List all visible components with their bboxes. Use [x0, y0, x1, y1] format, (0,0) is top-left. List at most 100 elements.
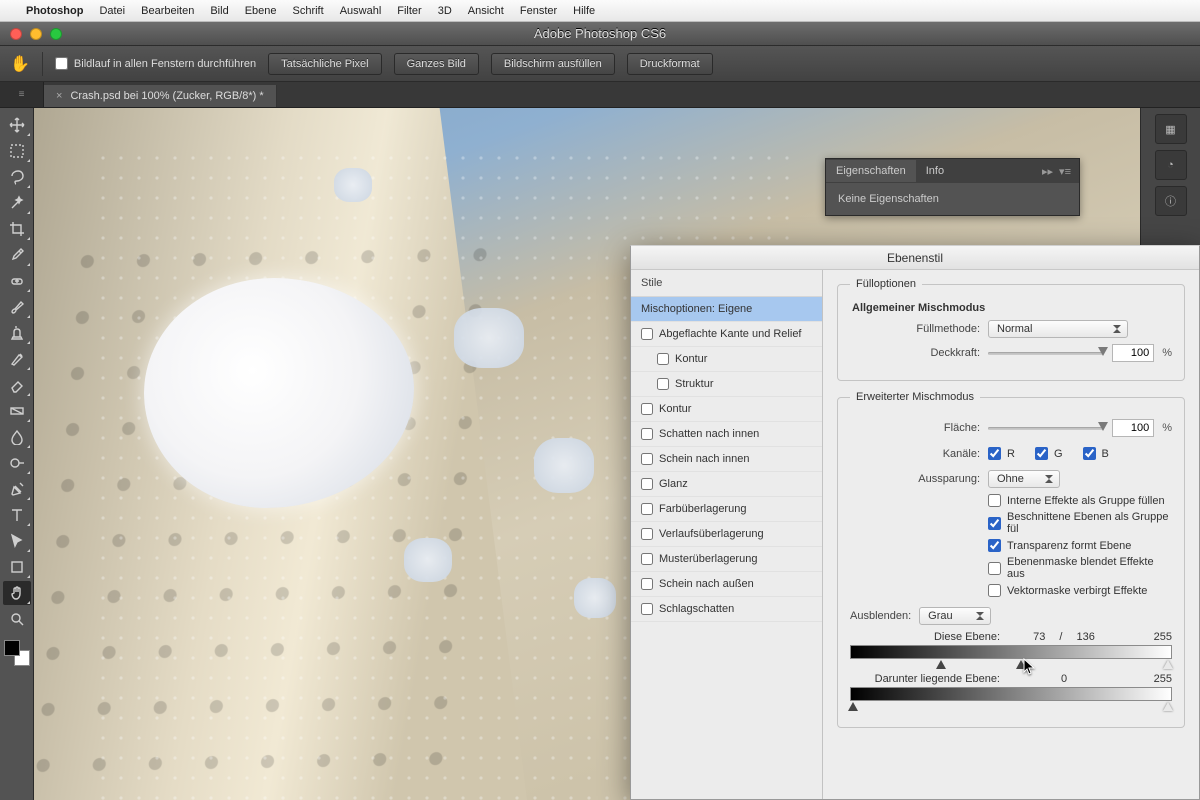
eyedropper-tool[interactable] — [3, 243, 31, 267]
style-row-5[interactable]: Schatten nach innen — [631, 422, 822, 447]
dodge-tool[interactable] — [3, 451, 31, 475]
print-size-button[interactable]: Druckformat — [627, 53, 713, 75]
style-row-checkbox[interactable] — [641, 503, 653, 515]
fill-opacity-input[interactable] — [1112, 419, 1154, 437]
menu-auswahl[interactable]: Auswahl — [340, 5, 382, 17]
style-row-checkbox[interactable] — [641, 528, 653, 540]
channel-r-checkbox[interactable]: R — [988, 447, 1015, 460]
style-row-checkbox[interactable] — [641, 453, 653, 465]
adv-option-4[interactable]: Vektormaske verbirgt Effekte — [988, 584, 1172, 597]
fill-screen-button[interactable]: Bildschirm ausfüllen — [491, 53, 615, 75]
blend-if-select[interactable]: Grau — [919, 607, 991, 625]
document-tab[interactable]: × Crash.psd bei 100% (Zucker, RGB/8*) * — [44, 85, 277, 107]
underlying-black-stop[interactable] — [848, 702, 858, 711]
healing-brush-tool[interactable] — [3, 269, 31, 293]
panel-menu-icon[interactable]: ▾≡ — [1059, 165, 1071, 178]
path-selection-tool[interactable] — [3, 529, 31, 553]
rail-icon-3[interactable]: ⓘ — [1155, 186, 1187, 216]
this-layer-black-stop-b[interactable] — [1016, 660, 1026, 669]
rail-icon-2[interactable]: ◔ — [1155, 150, 1187, 180]
gradient-tool[interactable] — [3, 399, 31, 423]
menu-bearbeiten[interactable]: Bearbeiten — [141, 5, 194, 17]
knockout-select[interactable]: Ohne — [988, 470, 1060, 488]
style-row-checkbox[interactable] — [657, 378, 669, 390]
hand-tool[interactable] — [3, 581, 31, 605]
close-tab-icon[interactable]: × — [56, 90, 62, 102]
style-row-1[interactable]: Abgeflachte Kante und Relief — [631, 322, 822, 347]
adv-option-1[interactable]: Beschnittene Ebenen als Gruppe fül — [988, 511, 1172, 535]
menu-fenster[interactable]: Fenster — [520, 5, 557, 17]
actual-pixels-button[interactable]: Tatsächliche Pixel — [268, 53, 381, 75]
style-row-checkbox[interactable] — [641, 403, 653, 415]
lasso-tool[interactable] — [3, 165, 31, 189]
marquee-tool[interactable] — [3, 139, 31, 163]
menu-hilfe[interactable]: Hilfe — [573, 5, 595, 17]
style-row-10[interactable]: Musterüberlagerung — [631, 547, 822, 572]
type-tool[interactable] — [3, 503, 31, 527]
brush-tool[interactable] — [3, 295, 31, 319]
panel-collapse-icon[interactable]: ▸▸ — [1042, 165, 1053, 178]
style-row-12[interactable]: Schlagschatten — [631, 597, 822, 622]
magic-wand-tool[interactable] — [3, 191, 31, 215]
blend-mode-select[interactable]: Normal — [988, 320, 1128, 338]
window-close-button[interactable] — [10, 28, 22, 40]
opacity-slider[interactable] — [988, 346, 1104, 360]
style-row-3[interactable]: Struktur — [631, 372, 822, 397]
underlying-low-value: 0 — [1061, 673, 1067, 685]
style-row-checkbox[interactable] — [641, 478, 653, 490]
style-row-checkbox[interactable] — [641, 328, 653, 340]
menu-ansicht[interactable]: Ansicht — [468, 5, 504, 17]
style-row-2[interactable]: Kontur — [631, 347, 822, 372]
this-layer-white-stop[interactable] — [1163, 660, 1173, 669]
menu-filter[interactable]: Filter — [397, 5, 421, 17]
style-row-9[interactable]: Verlaufsüberlagerung — [631, 522, 822, 547]
hand-tool-icon[interactable]: ✋ — [10, 54, 30, 74]
color-swatches[interactable] — [4, 640, 30, 666]
eraser-tool[interactable] — [3, 373, 31, 397]
adv-option-2[interactable]: Transparenz formt Ebene — [988, 539, 1172, 552]
style-row-checkbox[interactable] — [641, 553, 653, 565]
fit-screen-button[interactable]: Ganzes Bild — [394, 53, 479, 75]
pen-tool[interactable] — [3, 477, 31, 501]
menu-schrift[interactable]: Schrift — [293, 5, 324, 17]
channel-g-checkbox[interactable]: G — [1035, 447, 1063, 460]
crop-tool[interactable] — [3, 217, 31, 241]
shape-tool[interactable] — [3, 555, 31, 579]
underlying-white-stop[interactable] — [1163, 702, 1173, 711]
style-row-4[interactable]: Kontur — [631, 397, 822, 422]
blur-tool[interactable] — [3, 425, 31, 449]
style-row-11[interactable]: Schein nach außen — [631, 572, 822, 597]
this-layer-gradient[interactable] — [850, 645, 1172, 659]
adv-option-0[interactable]: Interne Effekte als Gruppe füllen — [988, 494, 1172, 507]
window-zoom-button[interactable] — [50, 28, 62, 40]
opacity-input[interactable] — [1112, 344, 1154, 362]
zoom-tool[interactable] — [3, 607, 31, 631]
app-menu[interactable]: Photoshop — [26, 5, 83, 17]
style-row-7[interactable]: Glanz — [631, 472, 822, 497]
window-minimize-button[interactable] — [30, 28, 42, 40]
underlying-layer-gradient[interactable] — [850, 687, 1172, 701]
collapse-panels-left-icon[interactable]: ≡ — [0, 82, 44, 107]
info-tab[interactable]: Info — [916, 160, 954, 182]
menu-datei[interactable]: Datei — [99, 5, 125, 17]
menu-3d[interactable]: 3D — [438, 5, 452, 17]
adv-option-3[interactable]: Ebenenmaske blendet Effekte aus — [988, 556, 1172, 580]
fill-opacity-slider[interactable] — [988, 421, 1104, 435]
style-row-checkbox[interactable] — [641, 578, 653, 590]
style-row-8[interactable]: Farbüberlagerung — [631, 497, 822, 522]
menu-ebene[interactable]: Ebene — [245, 5, 277, 17]
channel-b-checkbox[interactable]: B — [1083, 447, 1109, 460]
style-row-checkbox[interactable] — [641, 428, 653, 440]
style-row-0[interactable]: Mischoptionen: Eigene — [631, 297, 822, 322]
style-row-checkbox[interactable] — [657, 353, 669, 365]
properties-tab[interactable]: Eigenschaften — [826, 160, 916, 182]
scroll-all-windows-checkbox[interactable]: Bildlauf in allen Fenstern durchführen — [55, 57, 256, 70]
style-row-checkbox[interactable] — [641, 603, 653, 615]
rail-icon-1[interactable]: ▦ — [1155, 114, 1187, 144]
menu-bild[interactable]: Bild — [210, 5, 228, 17]
clone-stamp-tool[interactable] — [3, 321, 31, 345]
move-tool[interactable] — [3, 113, 31, 137]
this-layer-black-stop-a[interactable] — [936, 660, 946, 669]
style-row-6[interactable]: Schein nach innen — [631, 447, 822, 472]
history-brush-tool[interactable] — [3, 347, 31, 371]
